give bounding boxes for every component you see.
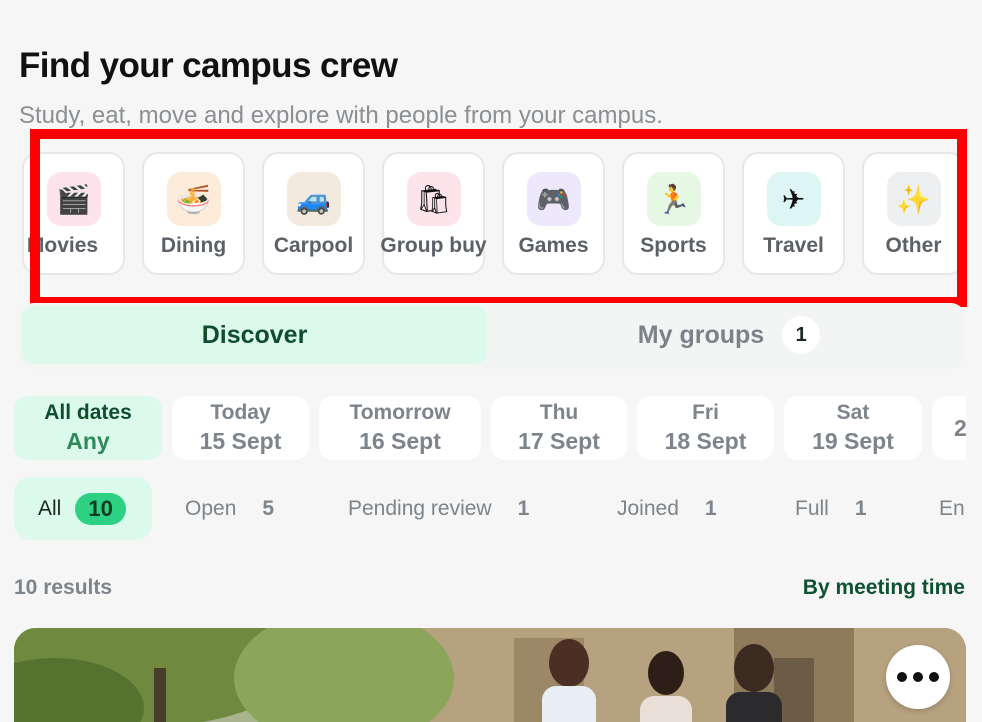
filter-label: Full bbox=[795, 496, 829, 520]
more-dots-icon bbox=[913, 672, 923, 682]
date-chip-label: Fri bbox=[692, 401, 719, 424]
date-chip-label: Sat bbox=[836, 401, 870, 424]
clapper-board-icon: 🎬 bbox=[46, 172, 101, 226]
category-label: Group buy bbox=[380, 234, 487, 257]
date-chip-label: Tomorrow bbox=[349, 401, 451, 424]
more-dots-icon bbox=[897, 672, 907, 682]
category-label: Carpool bbox=[273, 234, 354, 257]
date-chip-tomorrow[interactable]: Tomorrow 16 Sept bbox=[319, 396, 481, 460]
filter-count-badge: 10 bbox=[75, 492, 126, 525]
category-label: Travel bbox=[763, 234, 824, 257]
my-groups-count-badge: 1 bbox=[782, 316, 821, 354]
category-carousel[interactable]: 🎬 Movies 🍜 Dining 🚙 Carpool 🛍 Group buy … bbox=[0, 152, 982, 276]
date-chip-date: 19 Sept bbox=[812, 428, 894, 454]
runner-icon: 🏃 bbox=[646, 172, 701, 226]
sparkles-icon: ✨ bbox=[886, 172, 941, 226]
filter-all[interactable]: All 10 bbox=[14, 477, 152, 540]
more-dots-icon bbox=[929, 672, 939, 682]
date-chip-sat[interactable]: Sat 19 Sept bbox=[784, 396, 922, 460]
filter-label: All bbox=[38, 496, 62, 520]
date-chip-all[interactable]: All dates Any bbox=[14, 396, 162, 460]
filter-count: 5 bbox=[262, 496, 275, 520]
category-group-buy[interactable]: 🛍 Group buy bbox=[380, 152, 487, 275]
status-filter-row[interactable]: All 10 Open 5 Pending review 1 Joined 1 … bbox=[0, 477, 982, 540]
tab-my-groups-label: My groups bbox=[637, 320, 765, 349]
date-chip-label: Today bbox=[210, 401, 271, 424]
tab-my-groups[interactable]: My groups 1 bbox=[499, 306, 959, 364]
filter-label: Pending review bbox=[348, 496, 492, 520]
date-chip-date: 17 Sept bbox=[518, 428, 600, 454]
category-movies[interactable]: 🎬 Movies bbox=[22, 152, 125, 275]
date-chip-date: 18 Sept bbox=[664, 428, 747, 454]
category-carpool[interactable]: 🚙 Carpool bbox=[262, 152, 365, 275]
car-icon: 🚙 bbox=[286, 172, 341, 226]
category-other[interactable]: ✨ Other bbox=[862, 152, 965, 275]
category-sports[interactable]: 🏃 Sports bbox=[622, 152, 725, 275]
filter-label: En bbox=[939, 496, 965, 520]
page-subtitle: Study, eat, move and explore with people… bbox=[19, 102, 663, 129]
date-chip-fri[interactable]: Fri 18 Sept bbox=[637, 396, 774, 460]
filter-label: Open bbox=[185, 496, 237, 520]
date-chip-label: All dates bbox=[44, 401, 132, 424]
filter-open[interactable]: Open 5 bbox=[185, 477, 274, 540]
date-chip-today[interactable]: Today 15 Sept bbox=[172, 396, 309, 460]
category-label: Other bbox=[885, 234, 942, 257]
filter-ended[interactable]: En bbox=[939, 477, 965, 540]
campus-photo-illustration bbox=[14, 628, 966, 722]
category-games[interactable]: 🎮 Games bbox=[502, 152, 605, 275]
game-controller-icon: 🎮 bbox=[526, 172, 581, 226]
results-count: 10 results bbox=[14, 576, 113, 599]
more-options-button[interactable] bbox=[886, 645, 950, 709]
filter-joined[interactable]: Joined 1 bbox=[617, 477, 717, 540]
category-travel[interactable]: ✈ Travel bbox=[742, 152, 845, 275]
category-label: Movies bbox=[26, 234, 99, 257]
sort-button[interactable]: By meeting time bbox=[803, 576, 965, 600]
category-label: Games bbox=[518, 234, 589, 257]
date-chip-thu[interactable]: Thu 17 Sept bbox=[491, 396, 627, 460]
filter-count: 1 bbox=[704, 496, 717, 520]
category-label: Sports bbox=[640, 234, 707, 257]
date-chip-date: 16 Sept bbox=[359, 428, 441, 454]
filter-full[interactable]: Full 1 bbox=[795, 477, 867, 540]
filter-label: Joined bbox=[617, 496, 679, 520]
airplane-icon: ✈ bbox=[766, 172, 821, 226]
page-title: Find your campus crew bbox=[19, 46, 398, 85]
date-chip-date: Any bbox=[66, 428, 110, 454]
date-filter-row[interactable]: All dates Any Today 15 Sept Tomorrow 16 … bbox=[0, 396, 966, 460]
event-card-photo[interactable] bbox=[14, 628, 966, 722]
date-chip-date: 15 Sept bbox=[199, 428, 282, 454]
view-tabs: Discover My groups 1 bbox=[19, 303, 965, 369]
tab-discover[interactable]: Discover bbox=[22, 306, 487, 364]
filter-count: 1 bbox=[854, 496, 867, 520]
shopping-bags-icon: 🛍 bbox=[406, 172, 461, 226]
date-chip-date: 2 bbox=[954, 414, 966, 441]
category-dining[interactable]: 🍜 Dining bbox=[142, 152, 245, 275]
filter-count: 1 bbox=[517, 496, 530, 520]
noodle-bowl-icon: 🍜 bbox=[166, 172, 221, 226]
date-chip-sun[interactable]: 2 bbox=[932, 396, 966, 460]
category-label: Dining bbox=[160, 234, 227, 257]
filter-pending-review[interactable]: Pending review 1 bbox=[348, 477, 529, 540]
date-chip-label: Thu bbox=[539, 401, 579, 424]
